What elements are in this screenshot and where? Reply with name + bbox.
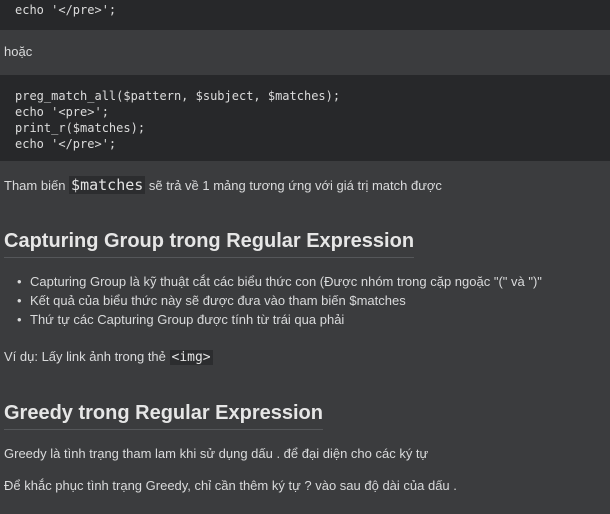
inline-code-img: <img> <box>169 350 213 365</box>
example-paragraph: Ví dụ: Lấy link ảnh trong thẻ <img> <box>4 349 213 365</box>
inline-code-matches: $matches <box>69 176 146 194</box>
matches-paragraph: Tham biến $matches sẽ trả về 1 mảng tươn… <box>4 176 442 194</box>
list-item: Capturing Group là kỹ thuật cắt các biểu… <box>17 272 542 291</box>
heading-greedy: Greedy trong Regular Expression <box>4 402 323 430</box>
code-line: print_r($matches); <box>15 121 146 135</box>
code-block-preg-match: preg_match_all($pattern, $subject, $matc… <box>0 75 610 161</box>
code-line: echo '</pre>'; <box>15 137 117 151</box>
heading-capturing-group: Capturing Group trong Regular Expression <box>4 230 415 258</box>
text-after: sẽ trả về 1 mảng tương ứng với giá trị m… <box>145 178 442 193</box>
text-before: Tham biến <box>4 178 70 193</box>
list-item: Thứ tự các Capturing Group được tính từ … <box>17 310 542 329</box>
or-text: hoặc <box>4 44 33 59</box>
code-line: preg_match_all($pattern, $subject, $matc… <box>15 89 341 103</box>
greedy-paragraph-2: Để khắc phục tình trạng Greedy, chỉ cần … <box>4 478 457 493</box>
code-line: echo '<pre>'; <box>15 105 109 119</box>
code-line: echo '</pre>'; <box>15 3 117 17</box>
list-item: Kết quả của biểu thức này sẽ được đưa và… <box>17 291 542 310</box>
capturing-group-list: Capturing Group là kỹ thuật cắt các biểu… <box>14 272 542 329</box>
greedy-paragraph-1: Greedy là tình trạng tham lam khi sử dụn… <box>4 446 429 461</box>
code-block-top: echo '</pre>'; <box>0 0 610 30</box>
example-text: Ví dụ: Lấy link ảnh trong thẻ <box>4 349 170 364</box>
